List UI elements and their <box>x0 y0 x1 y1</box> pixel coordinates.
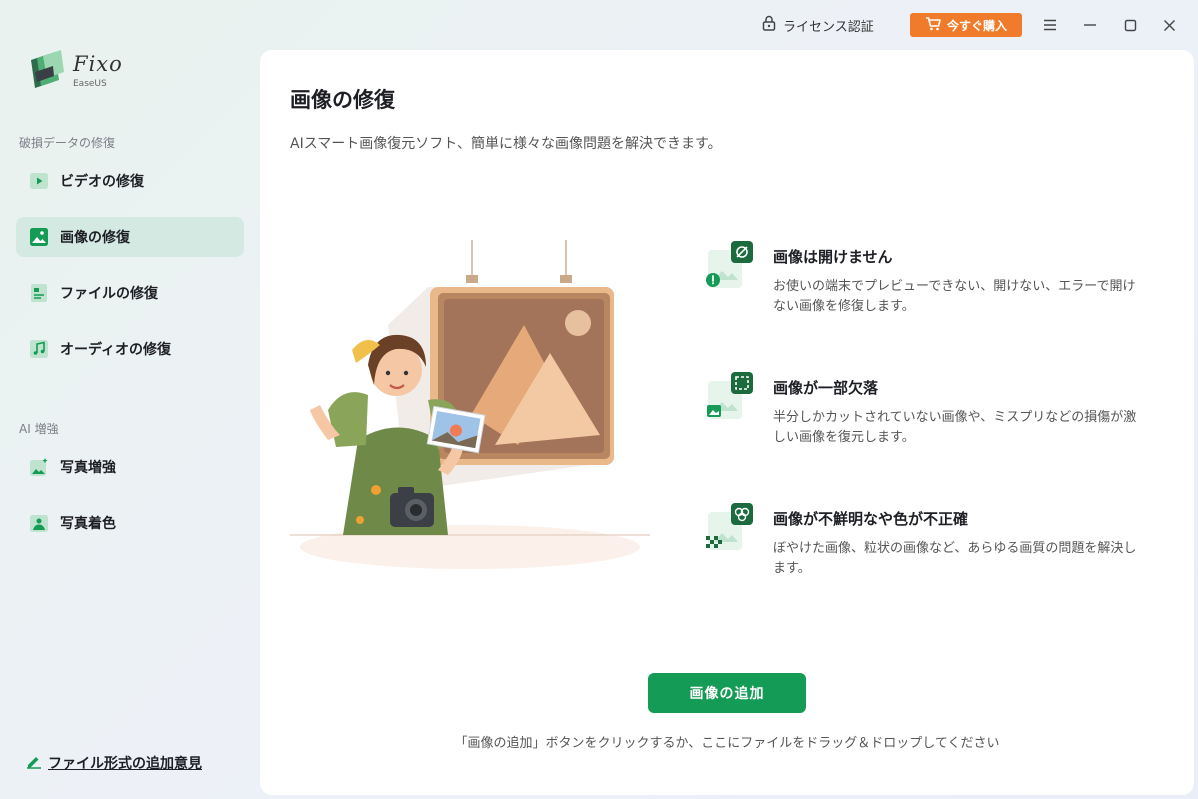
license-label: ライセンス認証 <box>783 19 874 35</box>
fixo-logo-icon <box>31 50 64 88</box>
minimize-icon <box>1084 24 1096 26</box>
section-label-repair: 破損データの修復 <box>19 136 116 150</box>
pencil-icon <box>26 753 42 773</box>
sidebar-item-label: 画像の修復 <box>60 230 130 246</box>
broken-image-icon <box>704 240 756 292</box>
hero-illustration <box>288 235 653 595</box>
hamburger-icon <box>1044 19 1056 31</box>
app-logo: Fixo EaseUS <box>27 50 147 94</box>
logo-sub: EaseUS <box>73 79 107 89</box>
sidebar-item-image[interactable]: 画像の修復 <box>16 217 244 257</box>
maximize-button[interactable] <box>1119 14 1141 36</box>
sidebar-item-label: 写真増強 <box>60 460 116 476</box>
feature-title: 画像が一部欠落 <box>773 379 879 397</box>
sidebar-item-audio[interactable]: オーディオの修復 <box>16 329 244 369</box>
feature-description: ぼやけた画像、粒状の画像など、あらゆる画質の問題を解決します。 <box>773 541 1137 576</box>
sidebar-item-photo-enhance[interactable]: 写真増強 <box>16 447 244 487</box>
page-title: 画像の修復 <box>290 88 395 112</box>
buy-now-label: 今すぐ購入 <box>946 18 1007 33</box>
video-icon <box>29 171 49 191</box>
feedback-label: ファイル形式の追加意見 <box>48 756 202 772</box>
feature-title: 画像が不鮮明なや色が不正確 <box>773 510 969 528</box>
partial-image-icon <box>704 371 756 423</box>
photo-enhance-icon <box>29 457 49 477</box>
feature-partially-missing: 画像が一部欠落 半分しかカットされていない画像や、ミスプリなどの損傷が激しい画像… <box>704 371 1144 461</box>
feature-blurry-color: 画像が不鮮明なや色が不正確 ぼやけた画像、粒状の画像など、あらゆる画質の問題を解… <box>704 502 1144 592</box>
sidebar-item-label: 写真着色 <box>60 516 116 532</box>
title-bar: ライセンス認証 今すぐ購入 <box>0 0 1198 50</box>
lock-icon <box>762 15 776 35</box>
blurry-image-icon <box>704 502 756 554</box>
license-button[interactable]: ライセンス認証 <box>762 15 874 35</box>
format-feedback-link[interactable]: ファイル形式の追加意見 <box>26 753 202 773</box>
photo-colorize-icon <box>29 513 49 533</box>
sidebar-item-label: ファイルの修復 <box>60 286 158 302</box>
sidebar-item-label: ビデオの修復 <box>60 174 144 190</box>
feature-description: 半分しかカットされていない画像や、ミスプリなどの損傷が激しい画像を復元します。 <box>773 410 1137 445</box>
sidebar-item-photo-colorize[interactable]: 写真着色 <box>16 503 244 543</box>
sidebar-item-file[interactable]: ファイルの修復 <box>16 273 244 313</box>
page-description: AIスマート画像復元ソフト、簡単に様々な画像問題を解決できます。 <box>290 136 722 152</box>
close-icon <box>1163 19 1175 31</box>
feature-description: お使いの端末でプレビューできない、開けない、エラーで開けない画像を修復します。 <box>773 279 1136 314</box>
logo-name: Fixo <box>73 52 123 76</box>
sidebar-item-video[interactable]: ビデオの修復 <box>16 161 244 201</box>
feature-cannot-open: 画像は開けません お使いの端末でプレビューできない、開けない、エラーで開けない画… <box>704 240 1144 330</box>
section-label-ai: AI 増強 <box>19 422 59 436</box>
cart-icon <box>925 16 941 34</box>
sidebar-item-label: オーディオの修復 <box>60 342 172 358</box>
feature-title: 画像は開けません <box>773 248 893 266</box>
audio-icon <box>29 339 49 359</box>
minimize-button[interactable] <box>1079 14 1101 36</box>
add-image-button[interactable]: 画像の追加 <box>648 673 806 713</box>
close-button[interactable] <box>1158 14 1180 36</box>
main-panel: 画像の修復 AIスマート画像復元ソフト、簡単に様々な画像問題を解決できます。 画… <box>260 50 1194 795</box>
menu-button[interactable] <box>1039 14 1061 36</box>
buy-now-button[interactable]: 今すぐ購入 <box>910 13 1022 37</box>
drop-hint: 「画像の追加」ボタンをクリックするか、ここにファイルをドラッグ＆ドロップしてくだ… <box>454 736 1000 751</box>
image-icon <box>29 227 49 247</box>
file-icon <box>29 283 49 303</box>
maximize-icon <box>1124 19 1136 31</box>
